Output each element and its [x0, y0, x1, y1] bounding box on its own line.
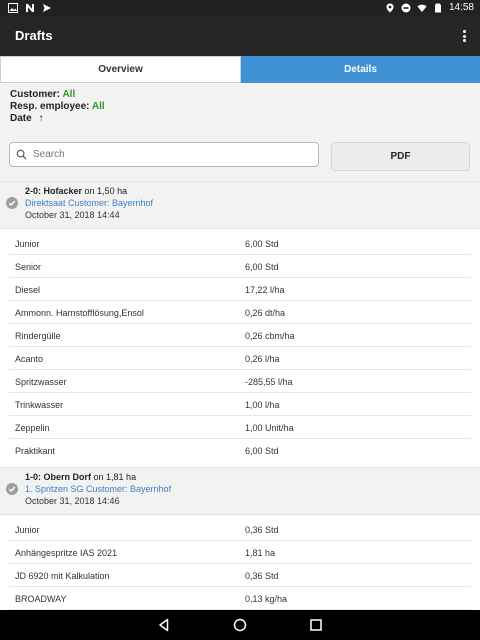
n-notification-icon [26, 4, 34, 12]
tab-overview[interactable]: Overview [0, 56, 241, 83]
list-item[interactable]: Senior 6,00 Std [9, 255, 471, 278]
list-item[interactable]: Spritzwasser -285,55 l/ha [9, 370, 471, 393]
draft-header[interactable]: 2-0: Hofacker on 1,50 ha Direktsaat Cust… [0, 181, 480, 229]
item-value: 17,22 l/ha [245, 285, 285, 295]
home-icon[interactable] [233, 618, 247, 632]
draft-title: 2-0: Hofacker on 1,50 ha [25, 186, 127, 196]
sort-arrow-icon: ↑ [38, 113, 44, 124]
draft-task-customer: 1. Spritzen SG Customer: Bayernhof [25, 484, 172, 494]
pdf-button[interactable]: PDF [331, 142, 470, 171]
item-name: BROADWAY [15, 594, 67, 604]
item-value: 1,81 ha [245, 548, 276, 558]
draft-title: 1-0: Obern Dorf on 1,81 ha [25, 472, 136, 482]
item-value: 6,00 Std [245, 239, 279, 249]
back-icon[interactable] [157, 618, 171, 632]
list-item[interactable]: JD 6920 mit Kalkulation 0,36 Std [9, 564, 471, 587]
item-value: 0,36 Std [245, 525, 279, 535]
list-item[interactable]: Anhängespritze IAS 2021 1,81 ha [9, 541, 471, 564]
list-item[interactable]: Acanto 0,26 l/ha [9, 347, 471, 370]
item-name: Senior [15, 262, 42, 272]
overflow-menu-icon[interactable] [460, 28, 468, 44]
item-name: Ammonn. Harnstofflösung,Ensol [15, 308, 144, 318]
draft-code: 2-0: Hofacker [25, 186, 83, 196]
draft-task-customer: Direktsaat Customer: Bayernhof [25, 198, 154, 208]
employee-filter-label: Resp. employee: [10, 101, 90, 112]
item-value: 1,00 l/ha [245, 400, 280, 410]
navigation-bar [0, 610, 480, 640]
search-input[interactable] [33, 149, 313, 160]
item-name: Rindergülle [15, 331, 61, 341]
item-value: 6,00 Std [245, 262, 279, 272]
item-value: -285,55 l/ha [245, 377, 293, 387]
item-value: 6,00 Std [245, 446, 279, 456]
check-circle-icon [6, 483, 18, 495]
list-item[interactable]: Ammonn. Harnstofflösung,Ensol 0,26 dt/ha [9, 301, 471, 324]
tab-details[interactable]: Details [241, 56, 480, 83]
date-sort-label: Date [10, 113, 32, 124]
item-name: Junior [15, 525, 40, 535]
employee-filter-value: All [91, 101, 105, 112]
status-time: 14:58 [448, 2, 474, 13]
status-bar: 14:58 [0, 0, 480, 16]
item-name: Anhängespritze IAS 2021 [15, 548, 118, 558]
draft-area: on 1,50 ha [84, 186, 128, 196]
list-item[interactable]: Zeppelin 1,00 Unit/ha [9, 416, 471, 439]
item-name: Trinkwasser [15, 400, 64, 410]
wifi-icon [417, 4, 427, 12]
draft-code: 1-0: Obern Dorf [25, 472, 92, 482]
item-name: Zeppelin [15, 423, 50, 433]
list-item[interactable]: Junior 6,00 Std [9, 232, 471, 255]
item-value: 0,26 dt/ha [245, 308, 286, 318]
app-bar: Drafts [0, 16, 480, 56]
item-name: JD 6920 mit Kalkulation [15, 571, 110, 581]
list-item[interactable]: Junior 0,36 Std [9, 518, 471, 541]
draft-items: Junior 6,00 Std Senior 6,00 Std Diesel 17,2… [0, 229, 480, 462]
employee-filter[interactable]: Resp. employee: All [10, 101, 105, 112]
item-value: 0,26 cbm/ha [245, 331, 295, 341]
location-icon [386, 3, 394, 12]
list-item[interactable]: Trinkwasser 1,00 l/ha [9, 393, 471, 416]
send-notification-icon [43, 4, 51, 12]
item-value: 0,13 kg/ha [245, 594, 288, 604]
drafts-list: 2-0: Hofacker on 1,50 ha Direktsaat Cust… [0, 181, 480, 610]
item-name: Junior [15, 239, 40, 249]
check-circle-icon [6, 197, 18, 209]
list-item[interactable]: BROADWAY 0,13 kg/ha [9, 587, 471, 610]
item-name: Diesel [15, 285, 41, 295]
date-sort[interactable]: Date ↑ [10, 113, 43, 124]
search-icon [16, 149, 27, 160]
battery-icon [434, 3, 441, 12]
draft-area: on 1,81 ha [93, 472, 137, 482]
item-name: Praktikant [15, 446, 56, 456]
item-value: 0,26 l/ha [245, 354, 280, 364]
page-title: Drafts [15, 28, 53, 43]
item-value: 1,00 Unit/ha [245, 423, 294, 433]
draft-header[interactable]: 1-0: Obern Dorf on 1,81 ha 1. Spritzen S… [0, 467, 480, 515]
item-name: Acanto [15, 354, 44, 364]
draft-items: Junior 0,36 Std Anhängespritze IAS 2021 1,… [0, 515, 480, 610]
tab-bar: Overview Details [0, 56, 480, 83]
draft-date: October 31, 2018 14:46 [25, 496, 120, 506]
recents-icon[interactable] [309, 618, 323, 632]
do-not-disturb-icon [401, 3, 411, 12]
customer-filter-value: All [62, 89, 76, 100]
list-item[interactable]: Diesel 17,22 l/ha [9, 278, 471, 301]
item-value: 0,36 Std [245, 571, 279, 581]
customer-filter-label: Customer: [10, 89, 61, 100]
image-notification-icon [8, 3, 18, 13]
filter-panel: Customer: All Resp. employee: All Date ↑… [0, 83, 480, 181]
item-name: Spritzwasser [15, 377, 67, 387]
list-item[interactable]: Praktikant 6,00 Std [9, 439, 471, 462]
customer-filter[interactable]: Customer: All [10, 89, 75, 100]
draft-date: October 31, 2018 14:44 [25, 210, 120, 220]
list-item[interactable]: Rindergülle 0,26 cbm/ha [9, 324, 471, 347]
search-field[interactable] [9, 142, 319, 167]
